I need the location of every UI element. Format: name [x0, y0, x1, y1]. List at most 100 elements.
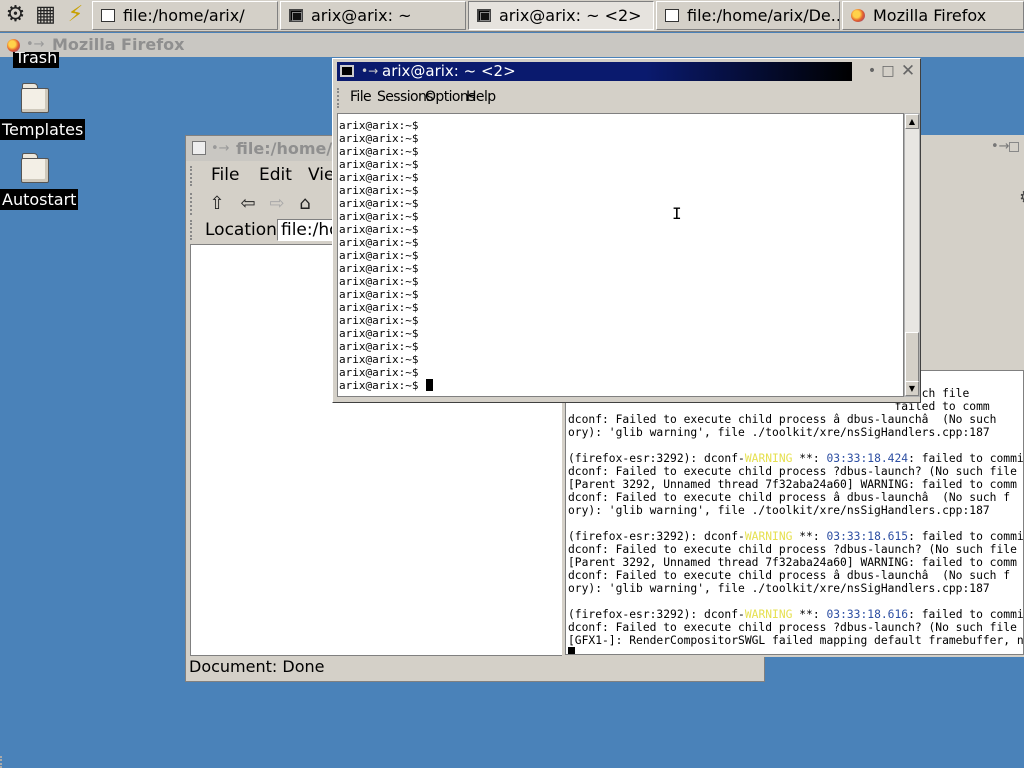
task-label: file:/home/arix/De...	[687, 6, 840, 25]
up-arrow-icon[interactable]: ⇧	[205, 193, 229, 215]
terminal-line: ory): 'glib warning', file ./toolkit/xre…	[568, 504, 990, 517]
firefox-window-title: Mozilla Firefox	[52, 35, 185, 54]
terminal-line: arix@arix:~$	[339, 379, 434, 392]
shell-prompt: arix@arix:~$	[339, 301, 419, 314]
scroll-down-icon[interactable]: ▼	[905, 381, 919, 396]
terminal-scrollbar[interactable]: ▲ ▼	[904, 113, 920, 397]
back-arrow-icon[interactable]: ⇦	[236, 193, 260, 215]
task-konsole-1[interactable]: arix@arix: ~	[280, 1, 466, 30]
kde-menu-icon[interactable]: ⚙	[1, 1, 30, 29]
scrollbar-thumb[interactable]	[905, 332, 919, 382]
shell-prompt: arix@arix:~$	[339, 184, 419, 197]
toolbar-grip[interactable]	[190, 166, 195, 186]
terminal-line: dconf: Failed to execute child process â…	[568, 569, 1011, 582]
konsole-menubar: File Sessions Options Help	[333, 86, 920, 108]
terminal-icon	[289, 9, 303, 22]
home-icon[interactable]: ⌂	[293, 193, 317, 215]
shell-prompt: arix@arix:~$	[339, 210, 419, 223]
shell-prompt: arix@arix:~$	[339, 275, 419, 288]
terminal-output: arix@arix:~$ arix@arix:~$ arix@arix:~$ arix…	[339, 119, 434, 392]
shell-prompt: arix@arix:~$	[339, 353, 419, 366]
terminal-line: arix@arix:~$	[339, 249, 433, 262]
toolbar-grip[interactable]	[190, 220, 195, 240]
task-label: file:/home/arix/	[123, 6, 245, 25]
shell-prompt: arix@arix:~$	[339, 132, 419, 145]
shell-prompt: arix@arix:~$	[339, 223, 419, 236]
taskbar: ⚙ ▦ ⚡ file:/home/arix/ arix@arix: ~ arix…	[0, 0, 1024, 32]
lightning-icon[interactable]: ⚡	[61, 1, 90, 29]
terminal-line: ory): 'glib warning', file ./toolkit/xre…	[568, 426, 990, 439]
terminal-line: arix@arix:~$	[339, 366, 433, 379]
terminal-line: dconf: Failed to execute child process ?…	[568, 543, 1017, 556]
toolbar-grip[interactable]	[337, 88, 342, 108]
shell-prompt: arix@arix:~$	[339, 119, 419, 132]
task-label: arix@arix: ~ <2>	[499, 6, 642, 25]
folder-icon	[21, 82, 49, 113]
task-konqueror-home[interactable]: file:/home/arix/	[92, 1, 278, 30]
menu-help[interactable]: Help	[466, 86, 496, 108]
terminal-line: (firefox-esr:3292): dconf-WARNING **: 03…	[568, 530, 1024, 543]
scroll-up-icon[interactable]: ▲	[905, 114, 919, 129]
terminal-line: (firefox-esr:3292): dconf-WARNING **: 03…	[568, 608, 1024, 621]
terminal-line: ory): 'glib warning', file ./toolkit/xre…	[568, 582, 990, 595]
terminal-line: arix@arix:~$	[339, 171, 433, 184]
terminal-line: [Parent 3292, Unnamed thread 7f32aba24a6…	[568, 556, 1017, 569]
shell-prompt: arix@arix:~$	[339, 145, 419, 158]
terminal-line: arix@arix:~$	[339, 158, 433, 171]
terminal-line: arix@arix:~$	[339, 236, 433, 249]
shell-prompt: arix@arix:~$	[339, 197, 419, 210]
tray-grip[interactable]	[0, 756, 10, 768]
task-konqueror-desktop[interactable]: file:/home/arix/De...	[656, 1, 840, 30]
menu-edit[interactable]: Edit	[259, 164, 292, 186]
konsole-window-front: •→ arix@arix: ~ <2> • □ ✕ File Sessions …	[332, 58, 921, 403]
terminal-line: arix@arix:~$	[339, 340, 433, 353]
firefox-window-titlebar[interactable]: •→ Mozilla Firefox	[0, 33, 1024, 57]
shell-prompt: arix@arix:~$	[339, 249, 419, 262]
terminal-line: dconf: Failed to execute child process â…	[568, 413, 997, 426]
konsole-back-terminal[interactable]: ? (No such file failed to comm dconf: Fa…	[565, 370, 1024, 655]
task-label: arix@arix: ~	[311, 6, 412, 25]
task-konsole-2[interactable]: arix@arix: ~ <2>	[468, 1, 654, 30]
close-icon[interactable]: ✕	[899, 62, 917, 80]
desktop-icon[interactable]: ▦	[31, 1, 60, 29]
forward-arrow-icon[interactable]: ⇨	[265, 193, 289, 215]
pin-icon[interactable]: •→	[211, 136, 230, 161]
settings-icon[interactable]: ⚙	[1019, 187, 1024, 208]
maximize-icon[interactable]	[1009, 142, 1019, 152]
terminal-icon	[340, 65, 354, 77]
terminal-icon	[477, 9, 491, 22]
maximize-icon[interactable]: □	[879, 62, 897, 80]
folder-icon	[192, 141, 206, 155]
terminal-line: dconf: Failed to execute child process ?…	[568, 465, 1017, 478]
firefox-icon	[851, 9, 865, 22]
toolbar-grip[interactable]	[190, 193, 195, 215]
terminal-line: [Parent 3292, Unnamed thread 7f32aba24a6…	[568, 478, 1017, 491]
terminal-line: arix@arix:~$	[339, 223, 433, 236]
shell-prompt: arix@arix:~$	[339, 340, 419, 353]
terminal-line: arix@arix:~$	[339, 262, 433, 275]
terminal-line: [GFX1-]: RenderCompositorSWGL failed map…	[568, 634, 1024, 647]
shell-prompt: arix@arix:~$	[339, 236, 419, 249]
terminal-output: ? (No such file failed to comm dconf: Fa…	[568, 374, 1024, 654]
task-firefox[interactable]: Mozilla Firefox	[842, 1, 1024, 30]
terminal-line: arix@arix:~$	[339, 119, 433, 132]
konsole-title: arix@arix: ~ <2>	[382, 62, 516, 80]
konsole-titlebar[interactable]: •→ arix@arix: ~ <2>	[337, 62, 852, 81]
desktop-icon-label: Trash	[13, 52, 60, 68]
shell-prompt: arix@arix:~$	[339, 314, 419, 327]
pin-icon[interactable]: •→	[361, 62, 378, 81]
terminal-line: arix@arix:~$	[339, 210, 433, 223]
menu-file[interactable]: File	[350, 86, 372, 108]
terminal-line: arix@arix:~$	[339, 184, 433, 197]
terminal-line: dconf: Failed to execute child process ?…	[568, 621, 1017, 634]
shell-prompt: arix@arix:~$	[339, 288, 419, 301]
menu-file[interactable]: File	[211, 164, 239, 186]
konsole-terminal[interactable]: arix@arix:~$ arix@arix:~$ arix@arix:~$ arix…	[337, 113, 904, 397]
desktop-icon-label: Templates	[0, 119, 86, 140]
terminal-cursor	[568, 647, 575, 654]
shell-prompt: arix@arix:~$	[339, 171, 419, 184]
shell-prompt: arix@arix:~$	[339, 327, 419, 340]
minimize-icon[interactable]: •→	[991, 139, 1010, 154]
terminal-line: arix@arix:~$	[339, 197, 433, 210]
status-bar: Document: Done	[189, 657, 325, 676]
